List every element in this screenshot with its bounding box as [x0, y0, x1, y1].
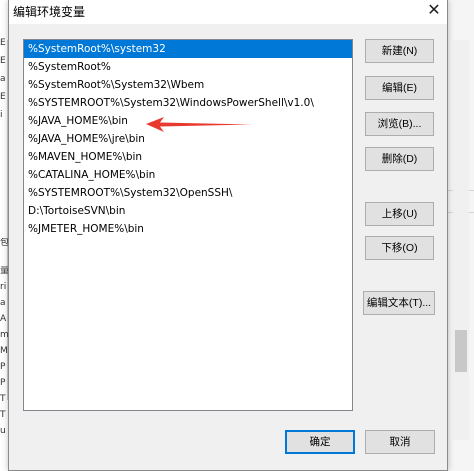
- background-text-fragment: 量: [0, 266, 8, 276]
- move-down-button[interactable]: 下移(O): [365, 236, 434, 260]
- path-list-item[interactable]: %SystemRoot%: [24, 58, 352, 76]
- path-list-item[interactable]: %SYSTEMROOT%\System32\WindowsPowerShell\…: [24, 94, 352, 112]
- background-text-fragment: 包: [0, 238, 8, 248]
- background-scrollbar-thumb[interactable]: [455, 330, 467, 372]
- cancel-button[interactable]: 取消: [365, 430, 435, 454]
- dialog-title: 编辑环境变量: [13, 5, 86, 19]
- background-text-fragment: T: [0, 410, 6, 420]
- path-list-item[interactable]: %SystemRoot%\system32: [24, 40, 352, 58]
- background-text-fragment: ri: [0, 282, 7, 292]
- background-text-fragment: m: [0, 330, 8, 340]
- path-list-item[interactable]: %CATALINA_HOME%\bin: [24, 166, 352, 184]
- edit-button[interactable]: 编辑(E): [365, 76, 434, 100]
- path-list-item[interactable]: %MAVEN_HOME%\bin: [24, 148, 352, 166]
- edit-env-variable-dialog: 编辑环境变量 ✕ %SystemRoot%\system32 %SystemRoo…: [8, 0, 448, 471]
- background-text-fragment: E: [0, 38, 6, 48]
- background-text-fragment: P: [0, 362, 6, 372]
- background-text-fragment: T: [0, 394, 6, 404]
- background-text-fragment: a: [0, 74, 6, 84]
- background-text-fragment: a: [0, 298, 6, 308]
- edit-text-button[interactable]: 编辑文本(T)...: [363, 291, 435, 315]
- background-text-fragment: u: [0, 426, 6, 436]
- background-text-fragment: i: [0, 110, 3, 120]
- path-list-item[interactable]: %JMETER_HOME%\bin: [24, 220, 352, 238]
- background-scrollbar[interactable]: [453, 40, 469, 440]
- move-up-button[interactable]: 上移(U): [365, 202, 434, 226]
- background-window-right: [446, 0, 474, 471]
- close-icon[interactable]: ✕: [425, 0, 443, 22]
- background-text-fragment: E: [0, 92, 6, 102]
- title-bar[interactable]: 编辑环境变量 ✕: [9, 0, 447, 24]
- delete-button[interactable]: 删除(D): [365, 147, 434, 171]
- path-list[interactable]: %SystemRoot%\system32 %SystemRoot% %System…: [23, 39, 353, 411]
- path-list-item[interactable]: %SystemRoot%\System32\Wbem: [24, 76, 352, 94]
- ok-button[interactable]: 确定: [285, 430, 355, 454]
- background-text-fragment: E: [0, 56, 6, 66]
- annotation-arrow-icon: [146, 117, 252, 132]
- path-list-item[interactable]: %SYSTEMROOT%\System32\OpenSSH\: [24, 184, 352, 202]
- background-text-fragment: M: [0, 346, 8, 356]
- background-text-fragment: P: [0, 378, 6, 388]
- browse-button[interactable]: 浏览(B)...: [365, 112, 434, 136]
- path-list-item[interactable]: D:\TortoiseSVN\bin: [24, 202, 352, 220]
- background-text-fragment: A: [0, 314, 7, 324]
- new-button[interactable]: 新建(N): [365, 39, 434, 63]
